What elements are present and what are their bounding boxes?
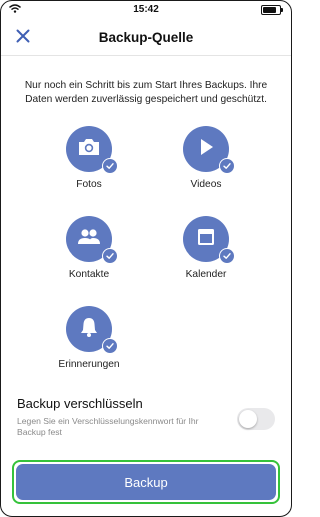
source-label: Kalender — [185, 269, 227, 280]
wifi-icon — [9, 4, 21, 16]
source-kontakte[interactable]: Kontakte — [39, 216, 139, 280]
encryption-subtitle: Legen Sie ein Verschlüsselungskennwort f… — [17, 416, 199, 437]
source-kalender[interactable]: Kalender — [156, 216, 256, 280]
header: Backup-Quelle — [1, 19, 291, 55]
bell-icon — [79, 316, 99, 343]
intro-text: Nur noch ein Schritt bis zum Start Ihres… — [24, 80, 268, 105]
page-title: Backup-Quelle — [98, 29, 194, 45]
check-icon — [219, 248, 235, 264]
backup-button[interactable]: Backup — [16, 464, 276, 500]
toggle-knob — [239, 410, 257, 428]
source-label: Kontakte — [68, 269, 110, 280]
erinnerungen-circle — [66, 306, 118, 354]
check-icon — [102, 248, 118, 264]
source-label: Erinnerungen — [58, 359, 120, 370]
source-label: Fotos — [76, 179, 102, 190]
source-erinnerungen[interactable]: Erinnerungen — [39, 306, 139, 370]
battery-icon — [261, 5, 283, 15]
contacts-icon — [77, 228, 101, 251]
kontakte-circle — [66, 216, 118, 264]
check-icon — [219, 158, 235, 174]
close-icon[interactable] — [13, 26, 33, 46]
check-icon — [102, 158, 118, 174]
source-label: Videos — [190, 179, 222, 190]
header-divider — [1, 55, 291, 56]
status-time: 15:42 — [133, 4, 159, 15]
calendar-icon — [196, 227, 216, 252]
kalender-circle — [183, 216, 235, 264]
encryption-section: Backup verschlüsseln Legen Sie ein Versc… — [1, 396, 291, 437]
backup-button-frame: Backup — [12, 460, 280, 504]
check-icon — [102, 338, 118, 354]
status-bar: 15:42 — [1, 1, 291, 19]
encryption-toggle[interactable] — [237, 408, 275, 430]
source-videos[interactable]: Videos — [156, 126, 256, 190]
camera-icon — [77, 137, 101, 162]
encryption-title: Backup verschlüsseln — [17, 396, 143, 411]
videos-circle — [183, 126, 235, 174]
play-icon — [196, 137, 216, 162]
phone-screen: 15:42 Backup-Quelle Nur noch ein Schritt… — [0, 0, 292, 517]
source-fotos[interactable]: Fotos — [39, 126, 139, 190]
fotos-circle — [66, 126, 118, 174]
